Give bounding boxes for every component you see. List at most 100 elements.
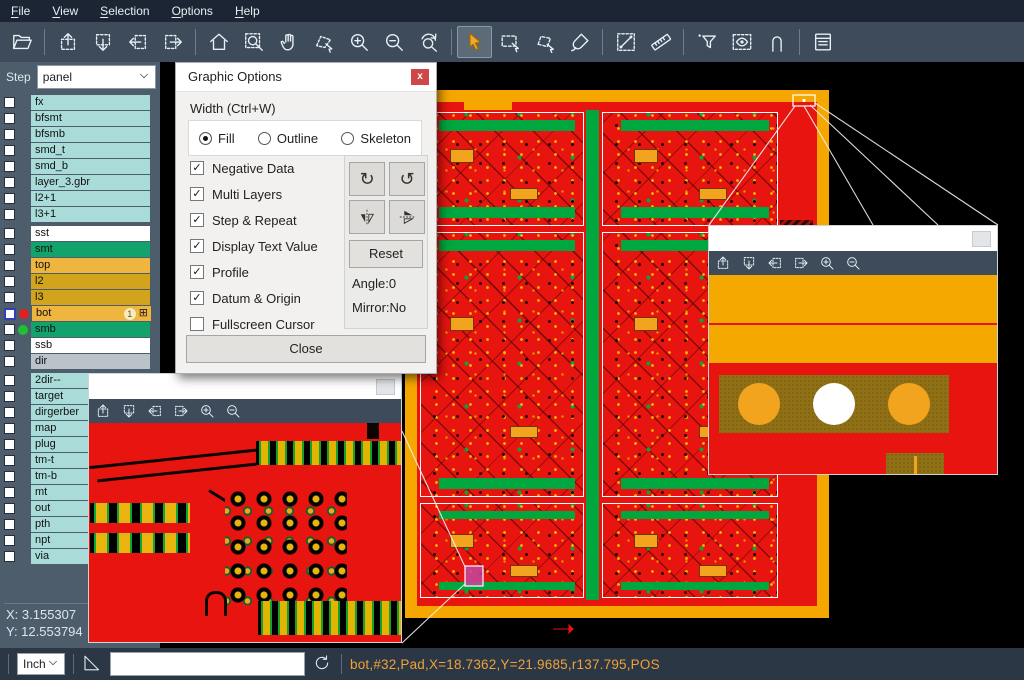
layer-name[interactable]: l2 bbox=[31, 274, 150, 289]
close-icon[interactable]: x bbox=[411, 69, 429, 85]
layer-name[interactable]: bot1⊞ bbox=[32, 306, 151, 321]
zoom-window-left[interactable] bbox=[88, 373, 402, 643]
filter-button[interactable] bbox=[689, 26, 724, 58]
layer-checkbox[interactable] bbox=[4, 177, 15, 188]
close-button[interactable]: Close bbox=[186, 335, 426, 363]
layer-checkbox[interactable] bbox=[4, 455, 15, 466]
command-input[interactable] bbox=[110, 652, 305, 676]
layer-checkbox[interactable] bbox=[4, 276, 15, 287]
pan-left-button[interactable] bbox=[767, 255, 783, 271]
layer-checkbox[interactable] bbox=[4, 519, 15, 530]
menu-options[interactable]: Options bbox=[161, 0, 224, 22]
pan-left-button[interactable] bbox=[120, 26, 155, 58]
layer-checkbox[interactable] bbox=[4, 209, 15, 220]
layer-name[interactable]: fx bbox=[31, 95, 150, 110]
layer-checkbox[interactable] bbox=[4, 324, 15, 335]
layer-checkbox[interactable] bbox=[4, 228, 15, 239]
layer-name[interactable]: l3 bbox=[31, 290, 150, 305]
layer-name[interactable]: bfsmb bbox=[31, 127, 150, 142]
report-button[interactable] bbox=[805, 26, 840, 58]
zoom-window-titlebar[interactable] bbox=[709, 226, 997, 251]
layer-checkbox[interactable] bbox=[4, 145, 15, 156]
zoom-window-titlebar[interactable] bbox=[89, 374, 401, 399]
layer-name[interactable]: ssb bbox=[31, 338, 150, 353]
checkbox-datum-origin[interactable]: ✓Datum & Origin bbox=[190, 285, 318, 311]
window-button[interactable] bbox=[376, 379, 395, 395]
step-select[interactable]: panel bbox=[37, 65, 156, 89]
layer-checkbox[interactable] bbox=[4, 535, 15, 546]
polygon-select-button[interactable] bbox=[527, 26, 562, 58]
zoom-area-button[interactable] bbox=[236, 26, 271, 58]
pan-hand-button[interactable] bbox=[271, 26, 306, 58]
radio-fill[interactable]: Fill bbox=[199, 131, 235, 146]
layer-checkbox[interactable] bbox=[4, 439, 15, 450]
checkbox-step-repeat[interactable]: ✓Step & Repeat bbox=[190, 207, 318, 233]
layer-checkbox[interactable] bbox=[4, 193, 15, 204]
layer-checkbox[interactable] bbox=[4, 487, 15, 498]
measure-line-button[interactable] bbox=[608, 26, 643, 58]
layer-checkbox[interactable] bbox=[4, 391, 15, 402]
checkbox-multi-layers[interactable]: ✓Multi Layers bbox=[190, 181, 318, 207]
select-cursor-button[interactable] bbox=[457, 26, 492, 58]
menu-file[interactable]: File bbox=[0, 0, 41, 22]
reset-button[interactable]: Reset bbox=[349, 240, 423, 268]
layer-checkbox[interactable] bbox=[4, 113, 15, 124]
ruler-button[interactable] bbox=[643, 26, 678, 58]
pan-up-button[interactable] bbox=[50, 26, 85, 58]
menu-selection[interactable]: Selection bbox=[89, 0, 160, 22]
pan-up-button[interactable] bbox=[95, 403, 111, 419]
layer-name[interactable]: smt bbox=[31, 242, 150, 257]
pan-right-button[interactable] bbox=[793, 255, 809, 271]
zoom-in-button[interactable] bbox=[819, 255, 835, 271]
mirror-horizontal-button[interactable] bbox=[349, 200, 385, 234]
layer-name[interactable]: bfsmt bbox=[31, 111, 150, 126]
menu-view[interactable]: View bbox=[41, 0, 89, 22]
layer-checkbox[interactable] bbox=[4, 407, 15, 418]
rotate-ccw-button[interactable]: ↺ bbox=[389, 162, 425, 196]
layer-name[interactable]: smd_b bbox=[31, 159, 150, 174]
layer-name[interactable]: sst bbox=[31, 226, 150, 241]
pan-up-button[interactable] bbox=[715, 255, 731, 271]
pan-right-button[interactable] bbox=[173, 403, 189, 419]
menu-help[interactable]: Help bbox=[224, 0, 271, 22]
zoom-out-button[interactable] bbox=[845, 255, 861, 271]
pan-left-button[interactable] bbox=[147, 403, 163, 419]
rect-select-button[interactable] bbox=[492, 26, 527, 58]
layer-checkbox[interactable] bbox=[4, 129, 15, 140]
layer-name[interactable]: smd_t bbox=[31, 143, 150, 158]
layer-name[interactable]: l2+1 bbox=[31, 191, 150, 206]
layer-checkbox[interactable] bbox=[4, 503, 15, 514]
open-folder-button[interactable] bbox=[4, 26, 39, 58]
pan-down-button[interactable] bbox=[741, 255, 757, 271]
layer-checkbox[interactable] bbox=[4, 423, 15, 434]
grid-icon[interactable]: ⊞ bbox=[139, 308, 148, 319]
layer-name[interactable]: dir bbox=[31, 354, 150, 369]
checkbox-negative-data[interactable]: ✓Negative Data bbox=[190, 155, 318, 181]
checkbox-fullscreen-cursor[interactable]: Fullscreen Cursor bbox=[190, 311, 318, 337]
sync-icon[interactable] bbox=[313, 654, 333, 674]
zoom-out-button[interactable] bbox=[376, 26, 411, 58]
home-button[interactable] bbox=[201, 26, 236, 58]
zoom-object-button[interactable] bbox=[306, 26, 341, 58]
zoom-in-button[interactable] bbox=[341, 26, 376, 58]
pan-down-button[interactable] bbox=[85, 26, 120, 58]
checkbox-display-text-value[interactable]: ✓Display Text Value bbox=[190, 233, 318, 259]
layer-checkbox[interactable] bbox=[4, 260, 15, 271]
unit-select[interactable]: Inch bbox=[17, 653, 65, 675]
zoom-in-button[interactable] bbox=[199, 403, 215, 419]
layer-checkbox[interactable] bbox=[4, 161, 15, 172]
pan-right-button[interactable] bbox=[155, 26, 190, 58]
pan-down-button[interactable] bbox=[121, 403, 137, 419]
window-button[interactable] bbox=[972, 231, 991, 247]
zoom-window-viewport[interactable] bbox=[89, 423, 401, 642]
layer-checkbox[interactable] bbox=[4, 340, 15, 351]
layer-checkbox[interactable] bbox=[4, 375, 15, 386]
bend-trace-button[interactable] bbox=[759, 26, 794, 58]
layer-name[interactable]: smb bbox=[31, 322, 150, 337]
zoom-window-viewport[interactable] bbox=[709, 275, 997, 474]
layer-name[interactable]: top bbox=[31, 258, 150, 273]
radio-skeleton[interactable]: Skeleton bbox=[341, 131, 411, 146]
zoom-window-right[interactable] bbox=[708, 225, 998, 475]
radio-outline[interactable]: Outline bbox=[258, 131, 318, 146]
brush-clean-button[interactable] bbox=[562, 26, 597, 58]
